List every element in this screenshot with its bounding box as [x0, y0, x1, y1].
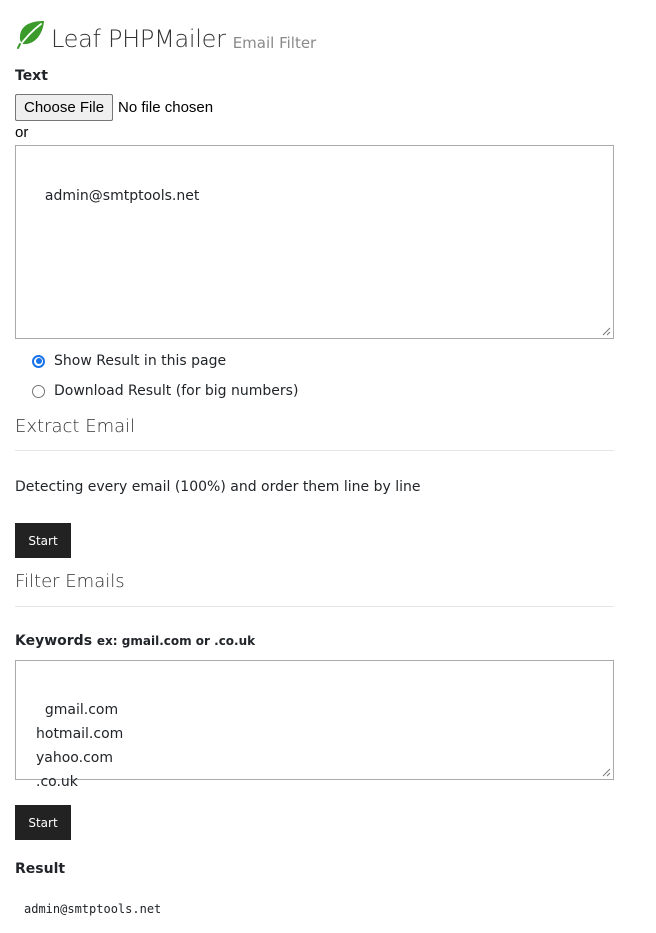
extract-start-button[interactable]: Start: [15, 523, 71, 558]
section-divider: [15, 606, 614, 607]
page-header: Leaf PHPMailer Email Filter: [15, 14, 316, 54]
brand-title: Leaf PHPMailer: [51, 25, 226, 53]
radio-show-result-input[interactable]: [32, 354, 45, 368]
email-text-input[interactable]: admin@smtptools.net: [15, 145, 614, 339]
or-separator: or: [15, 124, 29, 141]
result-output: admin@smtptools.net: [24, 902, 162, 916]
radio-download-result-label: Download Result (for big numbers): [54, 383, 299, 399]
filter-emails-title: Filter Emails: [15, 571, 125, 592]
resize-grip-icon[interactable]: [602, 327, 611, 336]
leaf-icon: [17, 21, 44, 49]
filter-start-button[interactable]: Start: [15, 805, 71, 840]
brand-subtitle: Email Filter: [232, 34, 317, 52]
extract-description: Detecting every email (100%) and order t…: [15, 479, 421, 495]
radio-download-result[interactable]: Download Result (for big numbers): [32, 383, 298, 399]
section-divider: [15, 450, 614, 451]
result-label: Result: [15, 861, 66, 877]
file-input[interactable]: Choose File No file chosen: [15, 94, 213, 121]
file-status: No file chosen: [118, 99, 214, 116]
resize-grip-icon[interactable]: [602, 768, 611, 777]
extract-email-title: Extract Email: [15, 416, 136, 437]
radio-show-result-label: Show Result in this page: [54, 353, 227, 369]
choose-file-button[interactable]: Choose File: [15, 94, 114, 121]
radio-download-result-input[interactable]: [32, 384, 45, 398]
text-label: Text: [15, 68, 48, 84]
keywords-input[interactable]: gmail.com hotmail.com yahoo.com .co.uk: [15, 660, 614, 790]
email-text-value: admin@smtptools.net: [44, 188, 200, 204]
keywords-hint: ex: gmail.com or .co.uk: [96, 634, 256, 648]
keywords-label-text: Keywords: [15, 633, 93, 649]
keywords-label: Keywords ex: gmail.com or .co.uk: [15, 633, 255, 649]
radio-show-result[interactable]: Show Result in this page: [32, 353, 226, 369]
keywords-value: gmail.com hotmail.com yahoo.com .co.uk: [36, 702, 124, 790]
